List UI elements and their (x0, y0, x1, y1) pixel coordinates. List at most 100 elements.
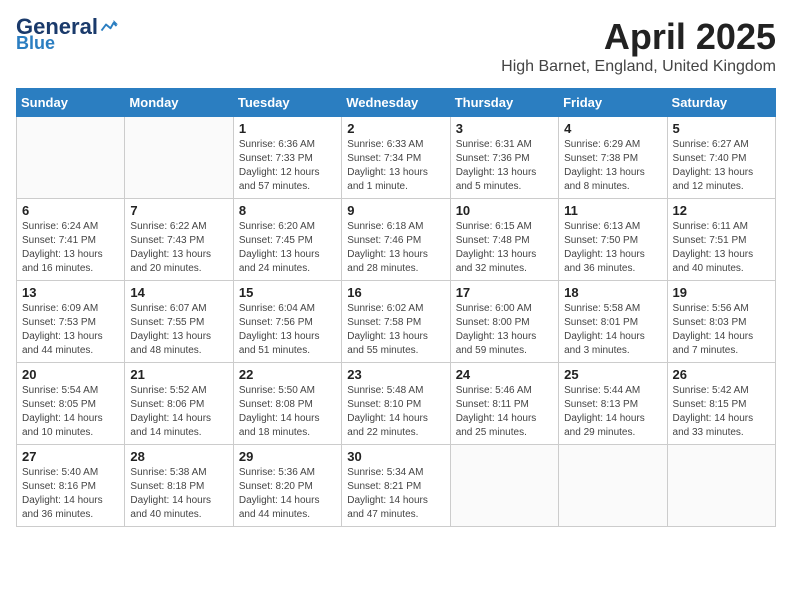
day-header-friday: Friday (559, 89, 667, 117)
calendar-header-row: SundayMondayTuesdayWednesdayThursdayFrid… (17, 89, 776, 117)
day-number: 7 (130, 203, 227, 218)
calendar-cell: 12Sunrise: 6:11 AM Sunset: 7:51 PM Dayli… (667, 199, 775, 281)
day-number: 25 (564, 367, 661, 382)
calendar-cell: 25 Sunrise: 5:44 AM Sunset: 8:13 PM Dayli… (559, 363, 667, 445)
day-header-tuesday: Tuesday (233, 89, 341, 117)
day-info: Sunrise: 5:50 AM Sunset: 8:08 PM Dayligh… (239, 384, 336, 440)
calendar-cell: 17 Sunrise: 6:00 AM Sunset: 8:00 PM Dayli… (450, 281, 558, 363)
day-header-wednesday: Wednesday (342, 89, 450, 117)
day-number: 28 (130, 449, 227, 464)
calendar-week-row: 13 Sunrise: 6:09 AM Sunset: 7:53 PM Dayli… (17, 281, 776, 363)
day-info: Sunrise: 6:31 AM Sunset: 7:36 PM Dayligh… (456, 138, 553, 194)
day-number: 15 (239, 285, 336, 300)
logo: General Blue (16, 16, 118, 52)
calendar-cell: 7Sunrise: 6:22 AM Sunset: 7:43 PM Daylig… (125, 199, 233, 281)
calendar-cell: 28 Sunrise: 5:38 AM Sunset: 8:18 PM Dayli… (125, 445, 233, 527)
calendar-cell: 11 Sunrise: 6:13 AM Sunset: 7:50 PM Dayli… (559, 199, 667, 281)
day-info: Sunrise: 6:36 AM Sunset: 7:33 PM Dayligh… (239, 138, 336, 194)
day-number: 20 (22, 367, 119, 382)
calendar-cell (17, 117, 125, 199)
calendar-cell: 8 Sunrise: 6:20 AM Sunset: 7:45 PM Daylig… (233, 199, 341, 281)
day-info: Sunrise: 6:29 AM Sunset: 7:38 PM Dayligh… (564, 138, 661, 194)
calendar-week-row: 1 Sunrise: 6:36 AM Sunset: 7:33 PM Daylig… (17, 117, 776, 199)
day-info: Sunrise: 5:42 AM Sunset: 8:15 PM Dayligh… (673, 384, 770, 440)
day-info: Sunrise: 6:13 AM Sunset: 7:50 PM Dayligh… (564, 220, 661, 276)
day-info: Sunrise: 5:34 AM Sunset: 8:21 PM Dayligh… (347, 466, 444, 522)
day-info: Sunrise: 6:07 AM Sunset: 7:55 PM Dayligh… (130, 302, 227, 358)
day-number: 5 (673, 121, 770, 136)
day-info: Sunrise: 6:02 AM Sunset: 7:58 PM Dayligh… (347, 302, 444, 358)
calendar-cell (125, 117, 233, 199)
calendar-week-row: 27 Sunrise: 5:40 AM Sunset: 8:16 PM Dayli… (17, 445, 776, 527)
day-info: Sunrise: 6:15 AM Sunset: 7:48 PM Dayligh… (456, 220, 553, 276)
calendar-cell: 10 Sunrise: 6:15 AM Sunset: 7:48 PM Dayli… (450, 199, 558, 281)
calendar-cell: 23Sunrise: 5:48 AM Sunset: 8:10 PM Dayli… (342, 363, 450, 445)
day-number: 9 (347, 203, 444, 218)
calendar-cell: 6Sunrise: 6:24 AM Sunset: 7:41 PM Daylig… (17, 199, 125, 281)
calendar-cell: 9 Sunrise: 6:18 AM Sunset: 7:46 PM Daylig… (342, 199, 450, 281)
calendar-cell (667, 445, 775, 527)
day-info: Sunrise: 5:38 AM Sunset: 8:18 PM Dayligh… (130, 466, 227, 522)
day-number: 30 (347, 449, 444, 464)
calendar-cell: 19Sunrise: 5:56 AM Sunset: 8:03 PM Dayli… (667, 281, 775, 363)
month-title: April 2025 (501, 16, 776, 58)
day-number: 26 (673, 367, 770, 382)
day-info: Sunrise: 5:48 AM Sunset: 8:10 PM Dayligh… (347, 384, 444, 440)
day-number: 19 (673, 285, 770, 300)
day-number: 22 (239, 367, 336, 382)
day-info: Sunrise: 6:09 AM Sunset: 7:53 PM Dayligh… (22, 302, 119, 358)
day-info: Sunrise: 6:33 AM Sunset: 7:34 PM Dayligh… (347, 138, 444, 194)
day-number: 12 (673, 203, 770, 218)
calendar-week-row: 20 Sunrise: 5:54 AM Sunset: 8:05 PM Dayli… (17, 363, 776, 445)
title-area: April 2025 High Barnet, England, United … (501, 16, 776, 76)
day-number: 24 (456, 367, 553, 382)
calendar-cell: 29Sunrise: 5:36 AM Sunset: 8:20 PM Dayli… (233, 445, 341, 527)
day-number: 16 (347, 285, 444, 300)
calendar-cell: 2 Sunrise: 6:33 AM Sunset: 7:34 PM Daylig… (342, 117, 450, 199)
logo-icon (100, 17, 118, 35)
day-info: Sunrise: 5:46 AM Sunset: 8:11 PM Dayligh… (456, 384, 553, 440)
day-number: 11 (564, 203, 661, 218)
calendar-cell: 30 Sunrise: 5:34 AM Sunset: 8:21 PM Dayli… (342, 445, 450, 527)
day-number: 27 (22, 449, 119, 464)
day-number: 14 (130, 285, 227, 300)
day-number: 1 (239, 121, 336, 136)
day-number: 17 (456, 285, 553, 300)
calendar-cell: 3 Sunrise: 6:31 AM Sunset: 7:36 PM Daylig… (450, 117, 558, 199)
day-info: Sunrise: 5:40 AM Sunset: 8:16 PM Dayligh… (22, 466, 119, 522)
day-header-monday: Monday (125, 89, 233, 117)
day-number: 29 (239, 449, 336, 464)
day-info: Sunrise: 5:54 AM Sunset: 8:05 PM Dayligh… (22, 384, 119, 440)
calendar-cell: 4 Sunrise: 6:29 AM Sunset: 7:38 PM Daylig… (559, 117, 667, 199)
calendar-cell (559, 445, 667, 527)
calendar-cell: 13 Sunrise: 6:09 AM Sunset: 7:53 PM Dayli… (17, 281, 125, 363)
day-number: 3 (456, 121, 553, 136)
day-info: Sunrise: 6:27 AM Sunset: 7:40 PM Dayligh… (673, 138, 770, 194)
calendar-cell: 26 Sunrise: 5:42 AM Sunset: 8:15 PM Dayli… (667, 363, 775, 445)
day-header-sunday: Sunday (17, 89, 125, 117)
day-number: 10 (456, 203, 553, 218)
calendar-cell: 15 Sunrise: 6:04 AM Sunset: 7:56 PM Dayli… (233, 281, 341, 363)
day-number: 8 (239, 203, 336, 218)
day-info: Sunrise: 5:52 AM Sunset: 8:06 PM Dayligh… (130, 384, 227, 440)
day-number: 4 (564, 121, 661, 136)
day-header-saturday: Saturday (667, 89, 775, 117)
day-info: Sunrise: 6:18 AM Sunset: 7:46 PM Dayligh… (347, 220, 444, 276)
day-number: 18 (564, 285, 661, 300)
day-number: 2 (347, 121, 444, 136)
day-info: Sunrise: 6:20 AM Sunset: 7:45 PM Dayligh… (239, 220, 336, 276)
day-number: 13 (22, 285, 119, 300)
day-info: Sunrise: 5:58 AM Sunset: 8:01 PM Dayligh… (564, 302, 661, 358)
day-info: Sunrise: 6:00 AM Sunset: 8:00 PM Dayligh… (456, 302, 553, 358)
day-info: Sunrise: 6:04 AM Sunset: 7:56 PM Dayligh… (239, 302, 336, 358)
calendar-cell: 22 Sunrise: 5:50 AM Sunset: 8:08 PM Dayli… (233, 363, 341, 445)
page-header: General Blue April 2025 High Barnet, Eng… (16, 16, 776, 76)
calendar-cell: 20 Sunrise: 5:54 AM Sunset: 8:05 PM Dayli… (17, 363, 125, 445)
calendar-cell: 14 Sunrise: 6:07 AM Sunset: 7:55 PM Dayli… (125, 281, 233, 363)
calendar-cell: 27 Sunrise: 5:40 AM Sunset: 8:16 PM Dayli… (17, 445, 125, 527)
calendar-cell (450, 445, 558, 527)
day-info: Sunrise: 5:44 AM Sunset: 8:13 PM Dayligh… (564, 384, 661, 440)
calendar-cell: 1 Sunrise: 6:36 AM Sunset: 7:33 PM Daylig… (233, 117, 341, 199)
calendar-week-row: 6Sunrise: 6:24 AM Sunset: 7:41 PM Daylig… (17, 199, 776, 281)
calendar-cell: 24 Sunrise: 5:46 AM Sunset: 8:11 PM Dayli… (450, 363, 558, 445)
